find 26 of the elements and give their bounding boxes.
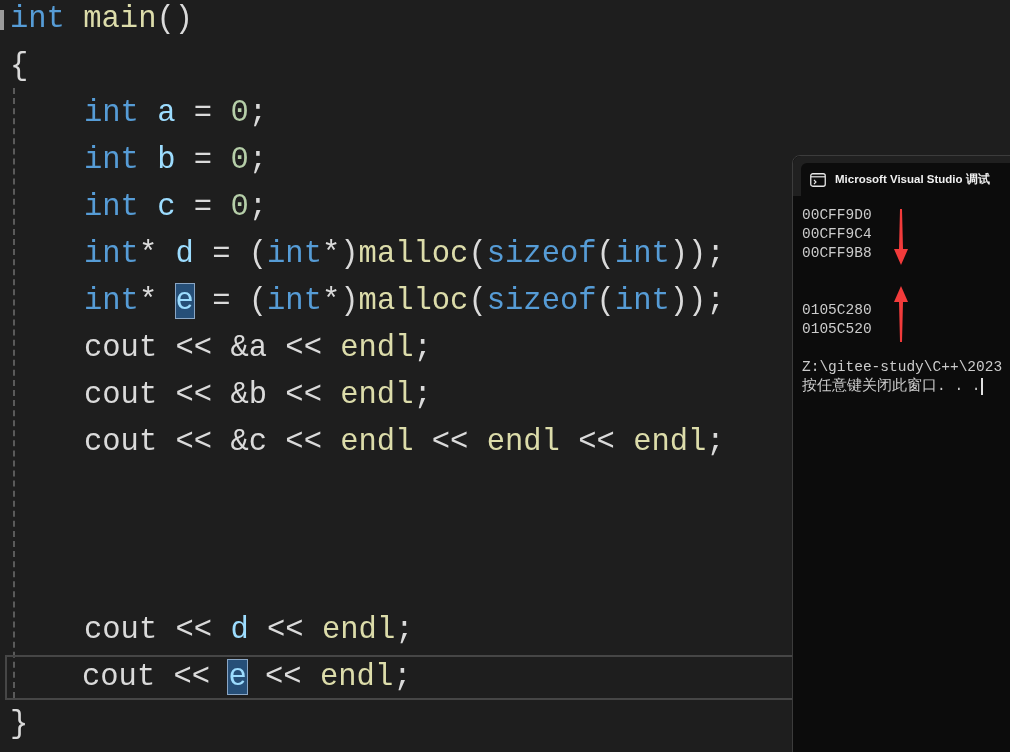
terminal-icon xyxy=(810,172,826,187)
code-line: cout << &c << endl << endl << endl; xyxy=(84,425,725,459)
console-output-line: 00CFF9B8 xyxy=(802,244,872,263)
code-line: cout << d << endl; xyxy=(84,613,414,647)
console-tab[interactable]: Microsoft Visual Studio 调试 xyxy=(801,163,1010,196)
code-line: } xyxy=(10,707,29,741)
code-line: { xyxy=(10,49,29,83)
code-line: int main() xyxy=(10,2,194,36)
code-line: int* d = (int*)malloc(sizeof(int)); xyxy=(84,237,725,271)
console-output-line: Z:\gitee-study\C++\2023 xyxy=(802,358,1003,377)
console-output-line: 00CFF9D0 xyxy=(802,206,872,225)
code-line: cout << &b << endl; xyxy=(84,378,432,412)
console-output-line: 0105C280 xyxy=(802,301,872,320)
console-output-line: 0105C520 xyxy=(802,320,872,339)
annotation-arrow xyxy=(893,209,909,265)
code-line: cout << &a << endl; xyxy=(84,331,432,365)
text-cursor xyxy=(980,378,983,395)
code-line: int c = 0; xyxy=(84,190,268,224)
annotation-arrow xyxy=(893,286,909,342)
code-line: cout << e << endl; xyxy=(82,660,412,694)
code-line: int a = 0; xyxy=(84,96,268,130)
console-output-line: 按任意键关闭此窗口. . . xyxy=(802,377,981,396)
code-line: int* e = (int*)malloc(sizeof(int)); xyxy=(84,284,725,318)
margin-marker xyxy=(0,10,4,30)
console-output-line: 00CFF9C4 xyxy=(802,225,872,244)
code-line: int b = 0; xyxy=(84,143,268,177)
